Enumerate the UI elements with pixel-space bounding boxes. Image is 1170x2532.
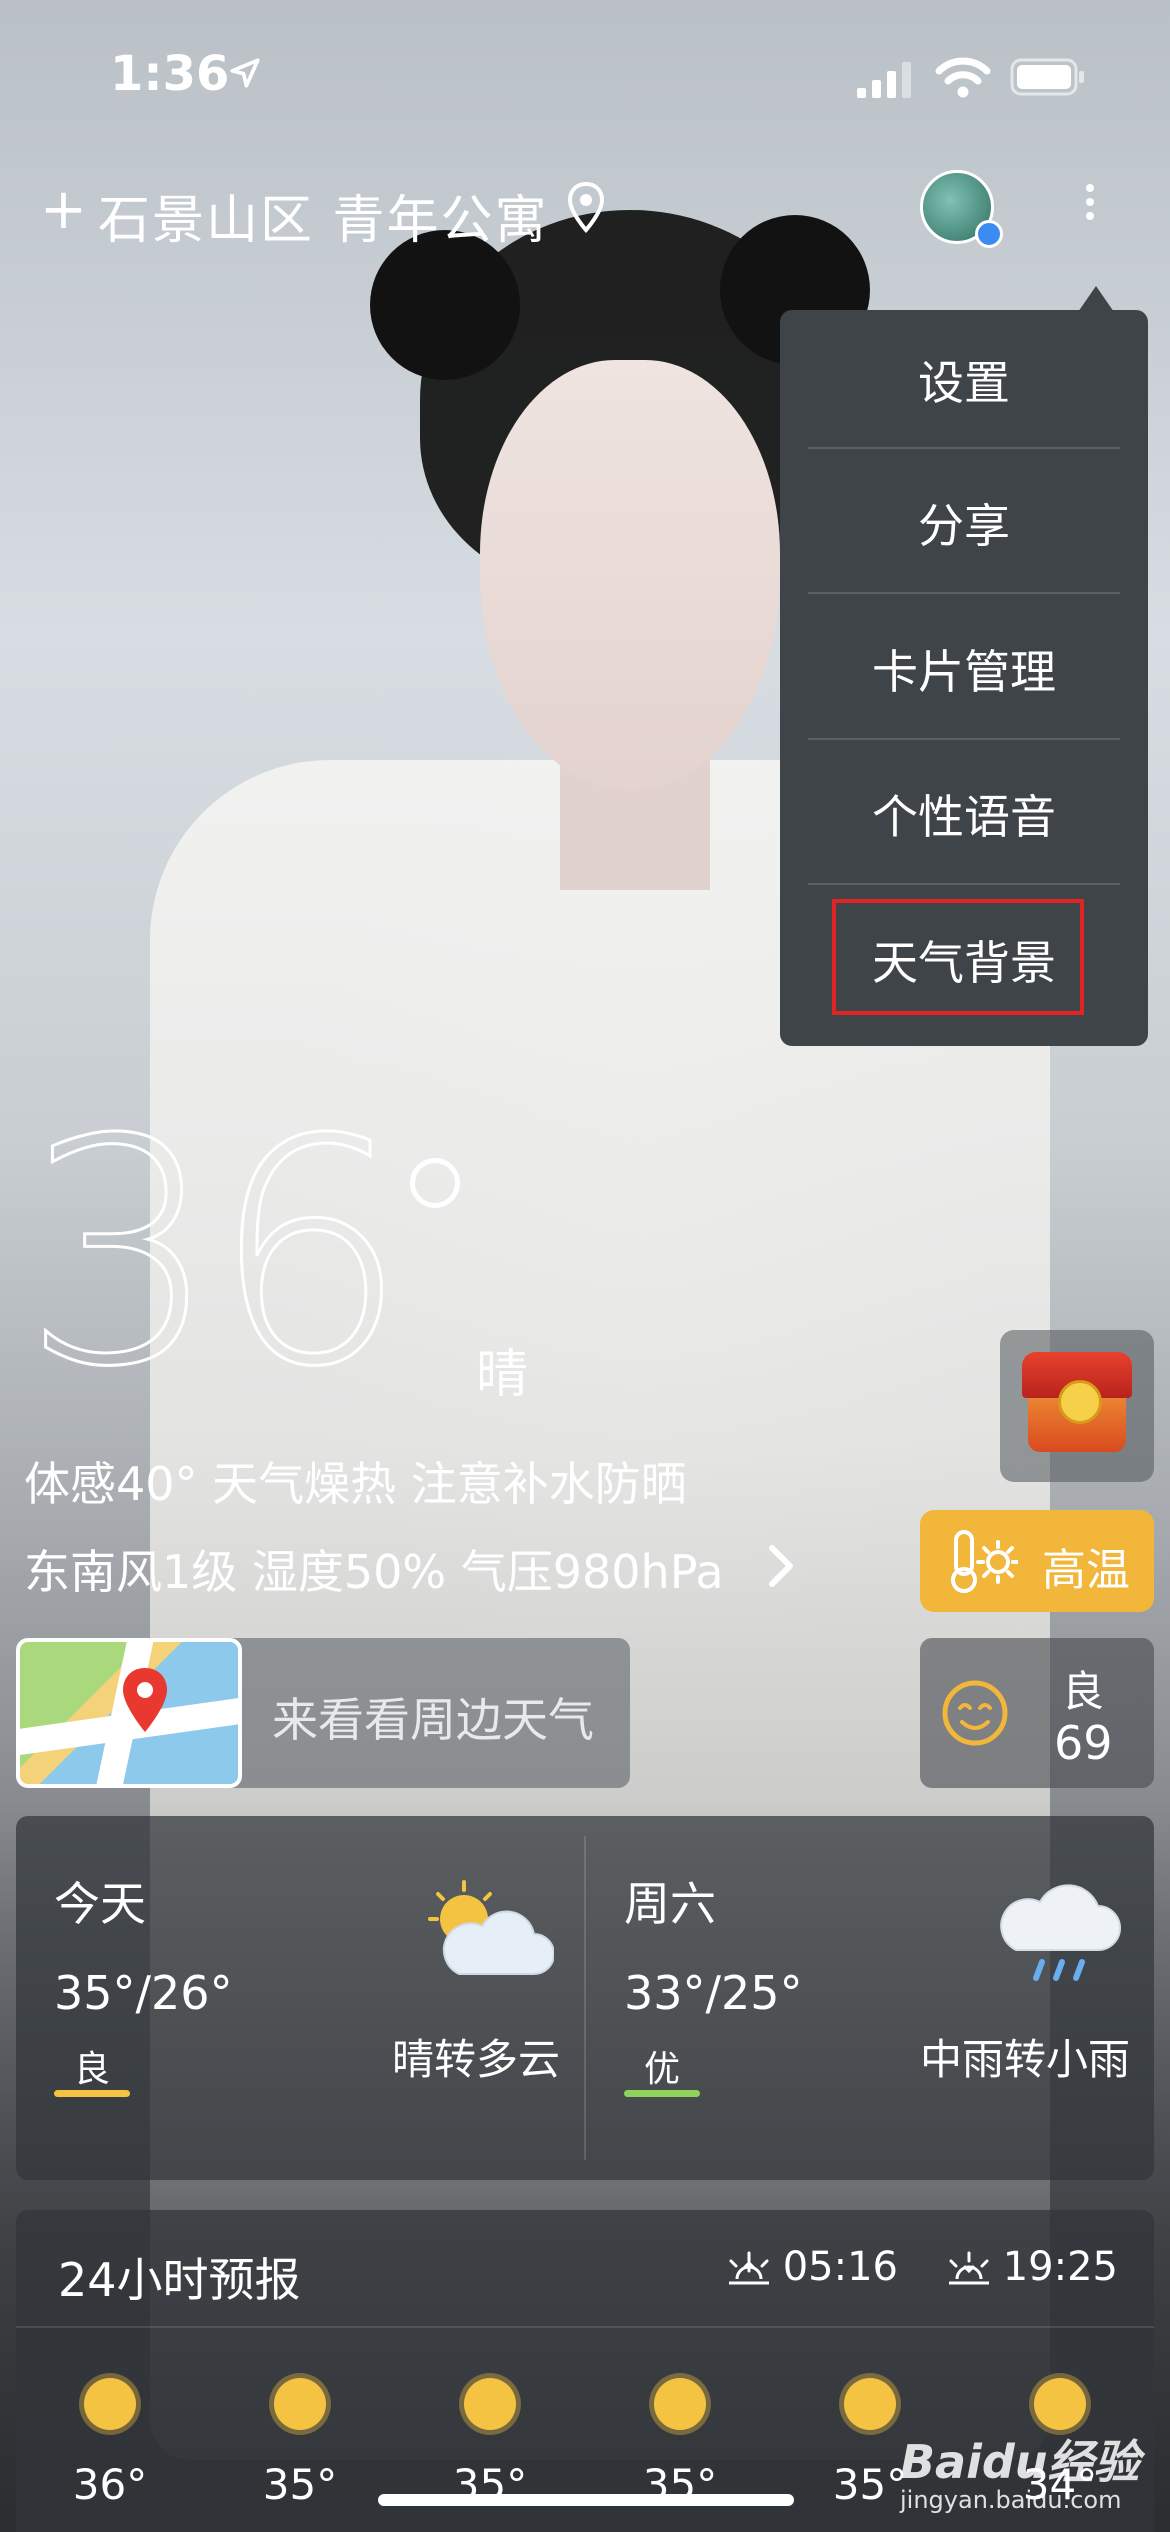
menu-item-settings[interactable]: 设置 bbox=[808, 310, 1120, 456]
menu-item-voice[interactable]: 个性语音 bbox=[808, 744, 1120, 890]
hourly-title: 24小时预报 bbox=[58, 2253, 301, 2307]
chevron-right-icon[interactable] bbox=[766, 1544, 796, 1588]
aqi-level: 良 bbox=[1062, 1667, 1105, 1716]
menu-item-card-management[interactable]: 卡片管理 bbox=[808, 599, 1120, 745]
home-indicator[interactable] bbox=[378, 2494, 794, 2506]
forecast-day-today[interactable]: 今天 35°/26° 良 晴转多云 bbox=[16, 1816, 584, 2180]
sunset-time: 19:25 bbox=[1002, 2244, 1118, 2290]
map-pin-icon bbox=[123, 1668, 167, 1732]
watermark-sub: jingyan.baidu.com bbox=[900, 2486, 1122, 2514]
current-temperature: 36 bbox=[20, 1074, 409, 1435]
treasure-chest-button[interactable] bbox=[1000, 1330, 1154, 1482]
cellular-signal-icon bbox=[857, 62, 911, 98]
sun-icon bbox=[654, 2378, 706, 2430]
sun-icon bbox=[464, 2378, 516, 2430]
menu-divider bbox=[808, 738, 1120, 740]
alert-label: 高温 bbox=[1042, 1545, 1130, 1596]
high-temperature-alert[interactable]: 高温 bbox=[920, 1510, 1154, 1612]
divider bbox=[16, 2326, 1154, 2328]
hour-item: 36° bbox=[50, 2360, 170, 2530]
day-description: 晴转多云 bbox=[391, 2035, 560, 2084]
daily-forecast-card[interactable]: 今天 35°/26° 良 晴转多云 周六 33°/25° 优 中雨转小雨 bbox=[16, 1816, 1154, 2180]
aqi-bar bbox=[54, 2090, 130, 2097]
sun-icon bbox=[84, 2378, 136, 2430]
sunset-icon bbox=[948, 2251, 989, 2285]
location-header: + 石景山区 青年公寓 bbox=[0, 160, 1170, 260]
location-arrow-icon bbox=[230, 58, 260, 88]
add-city-icon[interactable]: + bbox=[40, 182, 87, 238]
thermometer-sun-icon bbox=[951, 1530, 1018, 1593]
map-thumbnail bbox=[16, 1638, 242, 1788]
aqi-bar bbox=[624, 2090, 700, 2097]
aqi-value: 69 bbox=[1054, 1716, 1113, 1770]
menu-divider bbox=[808, 592, 1120, 594]
forecast-day-saturday[interactable]: 周六 33°/25° 优 中雨转小雨 bbox=[586, 1816, 1154, 2180]
watermark-logo: Baidu经验 jingyan.baidu.com bbox=[880, 2420, 1160, 2520]
wind-humidity-pressure[interactable]: 东南风1级 湿度50% 气压980hPa bbox=[24, 1536, 724, 1602]
sun-cloud-icon bbox=[428, 1880, 554, 1975]
avatar-badge-icon bbox=[975, 220, 1003, 248]
hour-temp: 36° bbox=[72, 2460, 148, 2509]
watermark-main: Baidu经验 bbox=[900, 2435, 1140, 2489]
status-time: 1:36 bbox=[110, 46, 230, 102]
hour-item: 35° bbox=[240, 2360, 360, 2530]
sun-icon bbox=[274, 2378, 326, 2430]
nearby-weather-card[interactable]: 来看看周边天气 bbox=[16, 1638, 630, 1788]
location-pin-icon bbox=[568, 182, 604, 234]
day-aqi: 良 bbox=[74, 2049, 111, 2090]
sunrise-time: 05:16 bbox=[782, 2244, 898, 2290]
air-quality-card[interactable]: 良 69 bbox=[920, 1638, 1154, 1788]
air-quality-face-icon bbox=[942, 1680, 1008, 1746]
more-options-icon[interactable] bbox=[1070, 178, 1110, 238]
wifi-icon bbox=[935, 57, 991, 98]
menu-divider bbox=[808, 883, 1120, 885]
degree-symbol bbox=[410, 1158, 460, 1208]
menu-item-share[interactable]: 分享 bbox=[808, 453, 1120, 599]
battery-icon bbox=[1010, 58, 1084, 96]
day-name: 今天 bbox=[54, 1877, 146, 1931]
location-name[interactable]: 石景山区 青年公寓 bbox=[98, 178, 549, 253]
day-description: 中雨转小雨 bbox=[919, 2035, 1130, 2084]
rain-cloud-icon bbox=[1000, 1884, 1121, 1981]
feels-like-text: 体感40° 天气燥热 注意补水防晒 bbox=[24, 1457, 687, 1511]
day-aqi: 优 bbox=[644, 2049, 681, 2090]
status-bar: 1:36 bbox=[0, 0, 1170, 150]
current-condition: 晴 bbox=[476, 1345, 529, 1405]
highlight-box bbox=[832, 899, 1084, 1015]
menu-divider bbox=[808, 447, 1120, 449]
day-temperature: 33°/25° bbox=[624, 1966, 803, 2020]
sunrise-icon bbox=[728, 2251, 769, 2285]
menu-caret bbox=[1078, 286, 1114, 312]
sunrise-sunset: 05:16 19:25 bbox=[721, 2244, 1118, 2290]
day-temperature: 35°/26° bbox=[54, 1966, 233, 2020]
hour-temp: 35° bbox=[262, 2460, 338, 2509]
nearby-weather-label: 来看看周边天气 bbox=[272, 1693, 594, 1747]
day-name: 周六 bbox=[624, 1877, 716, 1931]
